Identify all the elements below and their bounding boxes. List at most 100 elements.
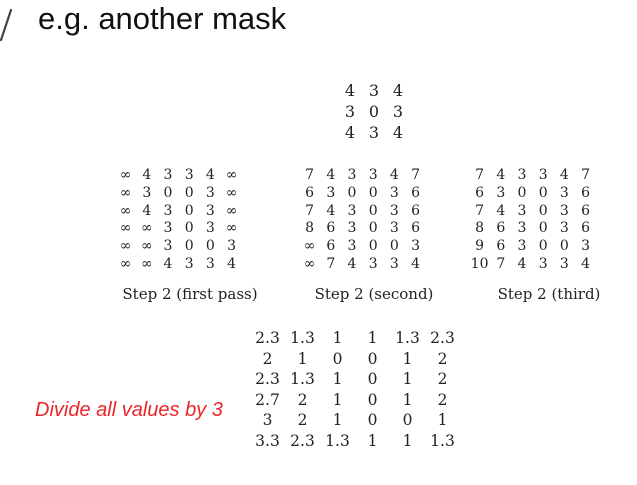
mask-cell: 3 [392, 102, 404, 121]
matrix-cell: 0 [368, 238, 378, 255]
matrix-row: ∞ ∞ 3 0 3 ∞ [115, 220, 242, 238]
matrix-cell: 3 [184, 255, 194, 272]
matrix-cell: 7 [496, 255, 506, 272]
matrix-cell: 0 [368, 220, 378, 237]
mask-row: 4 3 4 [338, 80, 410, 101]
matrix-cell: 6 [475, 184, 485, 201]
matrix-row: 2.3 1.3 1 1 1.3 2.3 [250, 328, 460, 349]
matrix-cell: 3 [347, 238, 357, 255]
matrix-cell: ∞ [119, 238, 132, 255]
matrix-cell: 0 [184, 238, 194, 255]
matrix-cell: 0 [367, 390, 378, 409]
matrix-cell: 7 [411, 167, 420, 183]
checkmark-icon [0, 8, 13, 42]
mask-cell: 4 [344, 81, 356, 100]
matrix-cell: 10 [470, 255, 489, 272]
mask-cell: 3 [368, 123, 380, 142]
matrix-cell: 3 [389, 220, 399, 237]
matrix-cell: 3 [347, 167, 357, 183]
matrix-row: 10 7 4 3 3 4 [469, 256, 596, 274]
matrix-cell: 7 [305, 202, 315, 219]
matrix-cell: 4 [411, 255, 420, 272]
matrix-cell: 3 [559, 184, 569, 201]
step-third-caption: Step 2 (third) [497, 285, 601, 303]
matrix-cell: ∞ [140, 238, 153, 255]
matrix-cell: ∞ [119, 202, 132, 219]
distance-mask: 4 3 4 3 0 3 4 3 4 [338, 80, 410, 143]
matrix-cell: 3 [163, 220, 173, 237]
matrix-cell: 0 [538, 220, 548, 237]
matrix-cell: 1.3 [430, 431, 455, 450]
matrix-row: 2.7 2 1 0 1 2 [250, 390, 460, 411]
matrix-cell: 7 [305, 167, 315, 183]
matrix-cell: 4 [581, 255, 590, 272]
matrix-cell: 0 [184, 184, 194, 201]
matrix-cell: 4 [326, 202, 336, 219]
matrix-cell: 0 [367, 411, 378, 429]
matrix-cell: 0 [184, 220, 194, 237]
matrix-cell: 3 [411, 238, 420, 255]
step-first-pass-caption: Step 2 (first pass) [122, 285, 258, 303]
matrix-cell: 0 [368, 184, 378, 201]
matrix-cell: 1 [332, 390, 343, 409]
matrix-cell: 0 [538, 202, 548, 219]
matrix-cell: 3 [205, 184, 215, 201]
matrix-row: 630036 [299, 185, 426, 203]
matrix-cell: 0 [347, 184, 357, 201]
matrix-cell: ∞ [303, 238, 316, 255]
matrix-cell: 0 [538, 184, 548, 201]
matrix-cell: 6 [305, 184, 315, 201]
matrix-cell: 2 [437, 349, 448, 368]
matrix-row: ∞ 3 0 0 3 ∞ [115, 185, 242, 203]
matrix-cell: 2.3 [255, 370, 280, 388]
matrix-cell: ∞ [140, 255, 153, 272]
matrix-cell: 3 [205, 255, 215, 272]
matrix-cell: 0 [402, 411, 413, 429]
matrix-cell: 1 [367, 431, 378, 450]
matrix-cell: 6 [411, 202, 420, 219]
matrix-cell: 3 [559, 220, 569, 237]
matrix-cell: 3 [347, 220, 357, 237]
matrix-cell: 3 [517, 220, 527, 237]
matrix-cell: 1 [437, 411, 448, 429]
matrix-cell: 8 [475, 220, 485, 237]
matrix-cell: 0 [163, 184, 173, 201]
matrix-cell: 3 [581, 238, 590, 255]
matrix-cell: 6 [326, 220, 336, 237]
matrix-cell: 0 [368, 202, 378, 219]
matrix-cell: 6 [326, 238, 336, 255]
matrix-cell: 2.3 [430, 329, 455, 347]
matrix-cell: 6 [581, 202, 590, 219]
matrix-cell: 7 [326, 255, 336, 272]
matrix-row: 2.3 1.3 1 0 1 2 [250, 369, 460, 390]
matrix-cell: 0 [559, 238, 569, 255]
matrix-cell: 1 [402, 390, 413, 409]
matrix-cell: 4 [517, 255, 527, 272]
matrix-row: 863036 [299, 220, 426, 238]
mask-cell: 3 [368, 81, 380, 100]
matrix-row: ∞ ∞ 3 0 0 3 [115, 238, 242, 256]
matrix-cell: 3 [347, 202, 357, 219]
matrix-row: 743347 [469, 167, 596, 185]
matrix-cell: 4 [326, 167, 336, 183]
matrix-cell: 0 [517, 184, 527, 201]
matrix-cell: 4 [496, 202, 506, 219]
matrix-cell: 1 [332, 370, 343, 388]
matrix-cell: 3 [389, 184, 399, 201]
mask-row: 3 0 3 [338, 101, 410, 122]
matrix-cell: ∞ [303, 255, 316, 272]
matrix-cell: 3 [538, 255, 548, 272]
mask-cell: 3 [344, 102, 356, 121]
matrix-cell: 2.3 [290, 431, 315, 450]
matrix-cell: 0 [205, 238, 215, 255]
matrix-cell: 1 [297, 349, 308, 368]
matrix-cell: 3 [538, 167, 548, 183]
matrix-cell: ∞ [225, 220, 238, 237]
matrix-cell: 1 [332, 411, 343, 429]
matrix-cell: 1 [402, 431, 413, 450]
matrix-cell: 2 [437, 390, 448, 409]
matrix-cell: 3 [517, 202, 527, 219]
matrix-cell: 0 [332, 349, 343, 368]
matrix-cell: 3 [227, 238, 236, 255]
matrix-cell: 3 [142, 184, 152, 201]
